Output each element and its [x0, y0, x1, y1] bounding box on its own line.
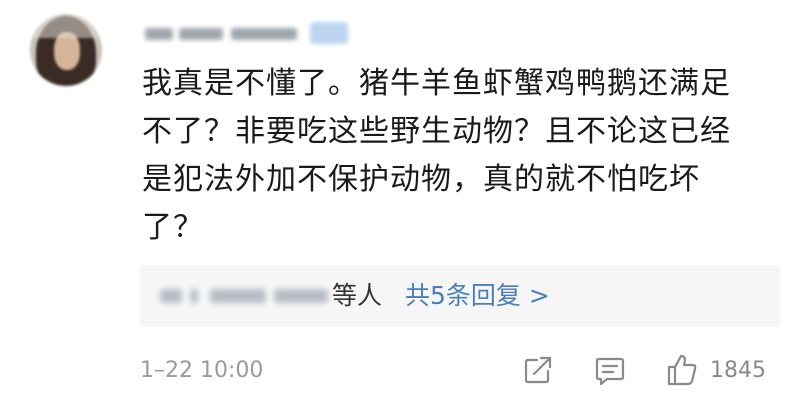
share-icon[interactable]	[520, 352, 556, 388]
avatar-highlight	[30, 14, 102, 38]
avatar[interactable]	[30, 14, 102, 86]
reply-summary[interactable]: 等人 共5条回复 >	[140, 265, 780, 327]
comment-timestamp: 1–22 10:00	[140, 358, 264, 383]
comment-card: 我真是不懂了。猪牛羊鱼虾蟹鸡鸭鹅还满足 不了？非要吃这些野生动物？且不论这已经 …	[0, 0, 800, 403]
reply-names-redacted	[160, 283, 330, 309]
like-count: 1845	[710, 358, 766, 383]
username-redacted[interactable]	[145, 24, 300, 44]
user-badge-redacted	[310, 22, 348, 44]
thumbs-up-icon[interactable]	[664, 352, 700, 388]
view-replies-link[interactable]: 共5条回复 >	[405, 279, 550, 313]
comment-icon[interactable]	[592, 352, 628, 388]
comment-text: 我真是不懂了。猪牛羊鱼虾蟹鸡鸭鹅还满足 不了？非要吃这些野生动物？且不论这已经 …	[142, 66, 731, 245]
reply-names-suffix: 等人	[332, 281, 383, 310]
